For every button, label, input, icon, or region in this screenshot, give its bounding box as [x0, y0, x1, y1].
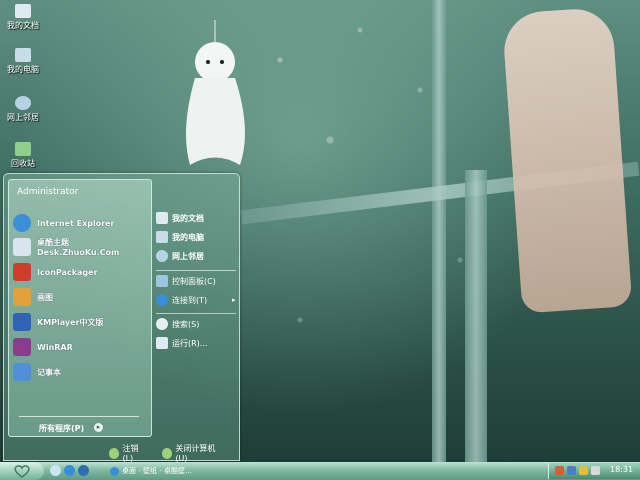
- start-menu: Administrator Internet Explorer 桌酷主题Desk…: [3, 173, 240, 463]
- place-my-documents[interactable]: 我的文档: [156, 210, 204, 226]
- user-name: Administrator: [17, 187, 79, 197]
- desktop-icon-recycle-bin[interactable]: 回收站: [6, 142, 40, 169]
- start-button[interactable]: [0, 462, 44, 480]
- start-menu-footer: 注销(L) 关闭计算机(U): [109, 443, 239, 463]
- tray-network-icon[interactable]: [567, 466, 576, 475]
- heart-start-icon: [14, 464, 30, 478]
- submenu-arrow-icon: ▸: [232, 296, 236, 304]
- show-desktop-icon[interactable]: [50, 465, 61, 476]
- taskbar: 桌面 - 壁纸 - 桌酷壁... 18:31: [0, 462, 640, 480]
- system-control-panel[interactable]: 控制面板(C): [156, 273, 216, 289]
- paint-icon: [13, 288, 31, 306]
- logoff-icon[interactable]: [109, 447, 120, 459]
- run-icon: [156, 337, 168, 349]
- program-internet-explorer[interactable]: Internet Explorer: [13, 212, 147, 234]
- search-icon: [156, 318, 168, 330]
- all-programs-button[interactable]: 所有程序(P): [39, 423, 84, 434]
- my-computer-icon: [15, 48, 31, 62]
- task-button-browser[interactable]: 桌面 - 壁纸 - 桌酷壁...: [106, 464, 196, 478]
- connect-to-icon: [156, 294, 168, 306]
- all-programs-arrow-icon[interactable]: ▸: [94, 423, 103, 432]
- browser-window-icon: [110, 466, 119, 476]
- media-player-icon[interactable]: [78, 465, 89, 476]
- my-documents-icon: [15, 4, 31, 18]
- volume-icon[interactable]: [591, 466, 600, 475]
- places-separator: [156, 270, 236, 271]
- iconpackager-icon: [13, 263, 31, 281]
- shutdown-icon[interactable]: [161, 447, 173, 459]
- recycle-bin-icon: [15, 142, 31, 156]
- start-menu-programs-pane: Administrator Internet Explorer 桌酷主题Desk…: [8, 179, 152, 437]
- internet-explorer-icon[interactable]: [64, 465, 75, 476]
- program-zhuoku-theme[interactable]: 桌酷主题Desk.ZhuoKu.Com: [13, 236, 147, 258]
- kmplayer-icon: [13, 313, 31, 331]
- logoff-button[interactable]: 注销(L): [122, 443, 147, 463]
- programs-separator: [19, 416, 139, 417]
- place-my-computer[interactable]: 我的电脑: [156, 229, 204, 245]
- internet-explorer-icon: [13, 214, 31, 232]
- my-documents-icon: [156, 212, 168, 224]
- program-notepad[interactable]: 记事本: [13, 361, 147, 383]
- notepad-icon: [13, 363, 31, 381]
- my-computer-icon: [156, 231, 168, 243]
- shutdown-button[interactable]: 关闭计算机(U): [175, 443, 225, 463]
- system-tray: 18:31: [548, 463, 640, 479]
- hand-on-glass: [501, 6, 633, 314]
- clock[interactable]: 18:31: [610, 465, 633, 474]
- tool-run[interactable]: 运行(R)...: [156, 335, 207, 351]
- teru-teru-bozu: [186, 20, 245, 165]
- desktop-icon-my-documents[interactable]: 我的文档: [6, 4, 40, 31]
- program-kmplayer[interactable]: KMPlayer中文版: [13, 311, 147, 333]
- program-winrar[interactable]: WinRAR: [13, 336, 147, 358]
- desktop-icon-my-computer[interactable]: 我的电脑: [6, 48, 40, 75]
- program-iconpackager[interactable]: IconPackager: [13, 261, 147, 283]
- system-separator: [156, 313, 236, 314]
- control-panel-icon: [156, 275, 168, 287]
- window-frame-right: [465, 170, 487, 462]
- tool-search[interactable]: 搜索(S): [156, 316, 199, 332]
- winrar-icon: [13, 338, 31, 356]
- zhuoku-theme-icon: [13, 238, 31, 256]
- window-frame-vertical: [432, 0, 446, 462]
- desktop-icon-network-places[interactable]: 网上邻居: [6, 96, 40, 123]
- tray-app-icon[interactable]: [555, 466, 564, 475]
- tray-security-icon[interactable]: [579, 466, 588, 475]
- system-connect-to[interactable]: 连接到(T) ▸: [156, 292, 240, 308]
- program-paint[interactable]: 画图: [13, 286, 147, 308]
- network-places-icon: [156, 250, 168, 262]
- place-network-places[interactable]: 网上邻居: [156, 248, 204, 264]
- network-places-icon: [15, 96, 31, 110]
